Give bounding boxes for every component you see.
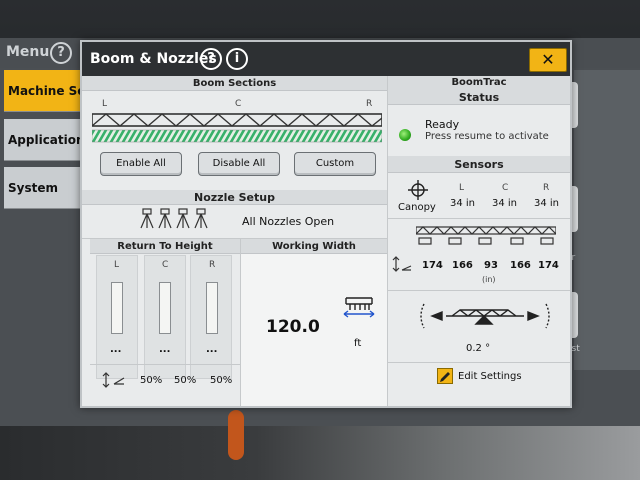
working-width-unit: ft xyxy=(354,338,362,349)
boom-center-label: C xyxy=(235,99,242,109)
nozzle-spray-icon[interactable] xyxy=(138,208,214,230)
sensor-left-label: L xyxy=(459,183,465,193)
background-nav-system[interactable]: System xyxy=(4,167,86,209)
sensors-header: Sensors xyxy=(388,156,570,173)
sensor-center-label: C xyxy=(502,183,509,193)
height-unit-label: (in) xyxy=(482,275,496,284)
close-button[interactable]: ✕ xyxy=(529,48,567,72)
nozzle-status: All Nozzles Open xyxy=(242,215,335,228)
rth-divider xyxy=(90,364,240,365)
boomtrac-status: Ready xyxy=(425,118,460,131)
custom-button[interactable]: Custom xyxy=(294,152,376,176)
crosshair-icon xyxy=(408,180,428,200)
column-divider xyxy=(387,76,388,406)
sensors-divider xyxy=(388,218,570,219)
dialog-title: Boom & Nozzles xyxy=(90,51,217,67)
help-icon[interactable]: ? xyxy=(200,48,222,70)
sensor-right-value: 34 in xyxy=(534,198,560,209)
background-orange-cable xyxy=(228,410,244,460)
height-reading-5: 174 xyxy=(538,260,559,271)
sensors-mode-label[interactable]: Canopy xyxy=(398,202,436,213)
height-reading-2: 166 xyxy=(452,260,473,271)
height-reading-3: 93 xyxy=(484,260,498,271)
sensor-left-value: 34 in xyxy=(450,198,476,209)
background-help-icon[interactable]: ? xyxy=(50,42,72,64)
boom-height-icon xyxy=(102,372,125,388)
working-width-value: 120.0 xyxy=(266,317,320,337)
width-sprayer-icon xyxy=(343,297,375,318)
background-nav-machine-settings[interactable]: Machine Setti xyxy=(4,70,86,112)
boom-sections-diagram[interactable] xyxy=(92,110,382,148)
rth-bar-right xyxy=(206,282,218,334)
info-icon[interactable]: i xyxy=(226,48,248,70)
rth-right-label: R xyxy=(209,260,216,270)
working-width-header: Working Width xyxy=(241,239,387,254)
rth-right-value: ... xyxy=(206,344,218,355)
enable-all-button[interactable]: Enable All xyxy=(100,152,182,176)
rth-bar-center xyxy=(159,282,171,334)
rth-center-value: ... xyxy=(159,344,171,355)
rth-center-label: C xyxy=(162,260,169,270)
return-to-height-header: Return To Height xyxy=(90,239,240,254)
boom-right-label: R xyxy=(366,99,373,109)
height-reading-4: 166 xyxy=(510,260,531,271)
tilt-angle: 0.2 ° xyxy=(466,343,491,354)
sensor-center-value: 34 in xyxy=(492,198,518,209)
disable-all-button[interactable]: Disable All xyxy=(198,152,280,176)
boom-nozzle-sensors-diagram[interactable] xyxy=(416,226,556,252)
rth-percent-right: 50% xyxy=(210,375,233,386)
boom-nozzles-dialog: Boom & Nozzles ? i ✕ Boom Sections L C R… xyxy=(80,40,572,408)
tilt-divider xyxy=(388,290,570,291)
background-bottom xyxy=(0,426,640,480)
rth-left-label: L xyxy=(114,260,120,270)
background-nav-applications[interactable]: Applications xyxy=(4,119,86,161)
background-menu-label[interactable]: Menu xyxy=(6,44,49,60)
boom-sections-header: Boom Sections xyxy=(82,76,387,91)
rth-left-value: ... xyxy=(110,344,122,355)
rth-percent-center: 50% xyxy=(174,375,197,386)
boom-tilt-diagram[interactable] xyxy=(418,300,552,336)
boomtrac-header: BoomTrac xyxy=(388,76,570,90)
pencil-icon[interactable] xyxy=(437,368,453,384)
edit-settings-link[interactable]: Edit Settings xyxy=(458,371,522,382)
rth-bar-left xyxy=(111,282,123,334)
edit-divider xyxy=(388,362,570,363)
boom-left-label: L xyxy=(102,99,108,109)
boomtrac-status-header: Status xyxy=(388,90,570,105)
background-right-panel xyxy=(574,70,640,370)
rth-percent-left: 50% xyxy=(140,375,163,386)
ground-height-icon xyxy=(392,256,412,272)
nozzle-setup-header: Nozzle Setup xyxy=(82,190,387,205)
status-indicator-icon xyxy=(399,129,411,141)
boomtrac-status-detail: Press resume to activate xyxy=(425,131,549,142)
sensor-right-label: R xyxy=(543,183,550,193)
height-reading-1: 174 xyxy=(422,260,443,271)
